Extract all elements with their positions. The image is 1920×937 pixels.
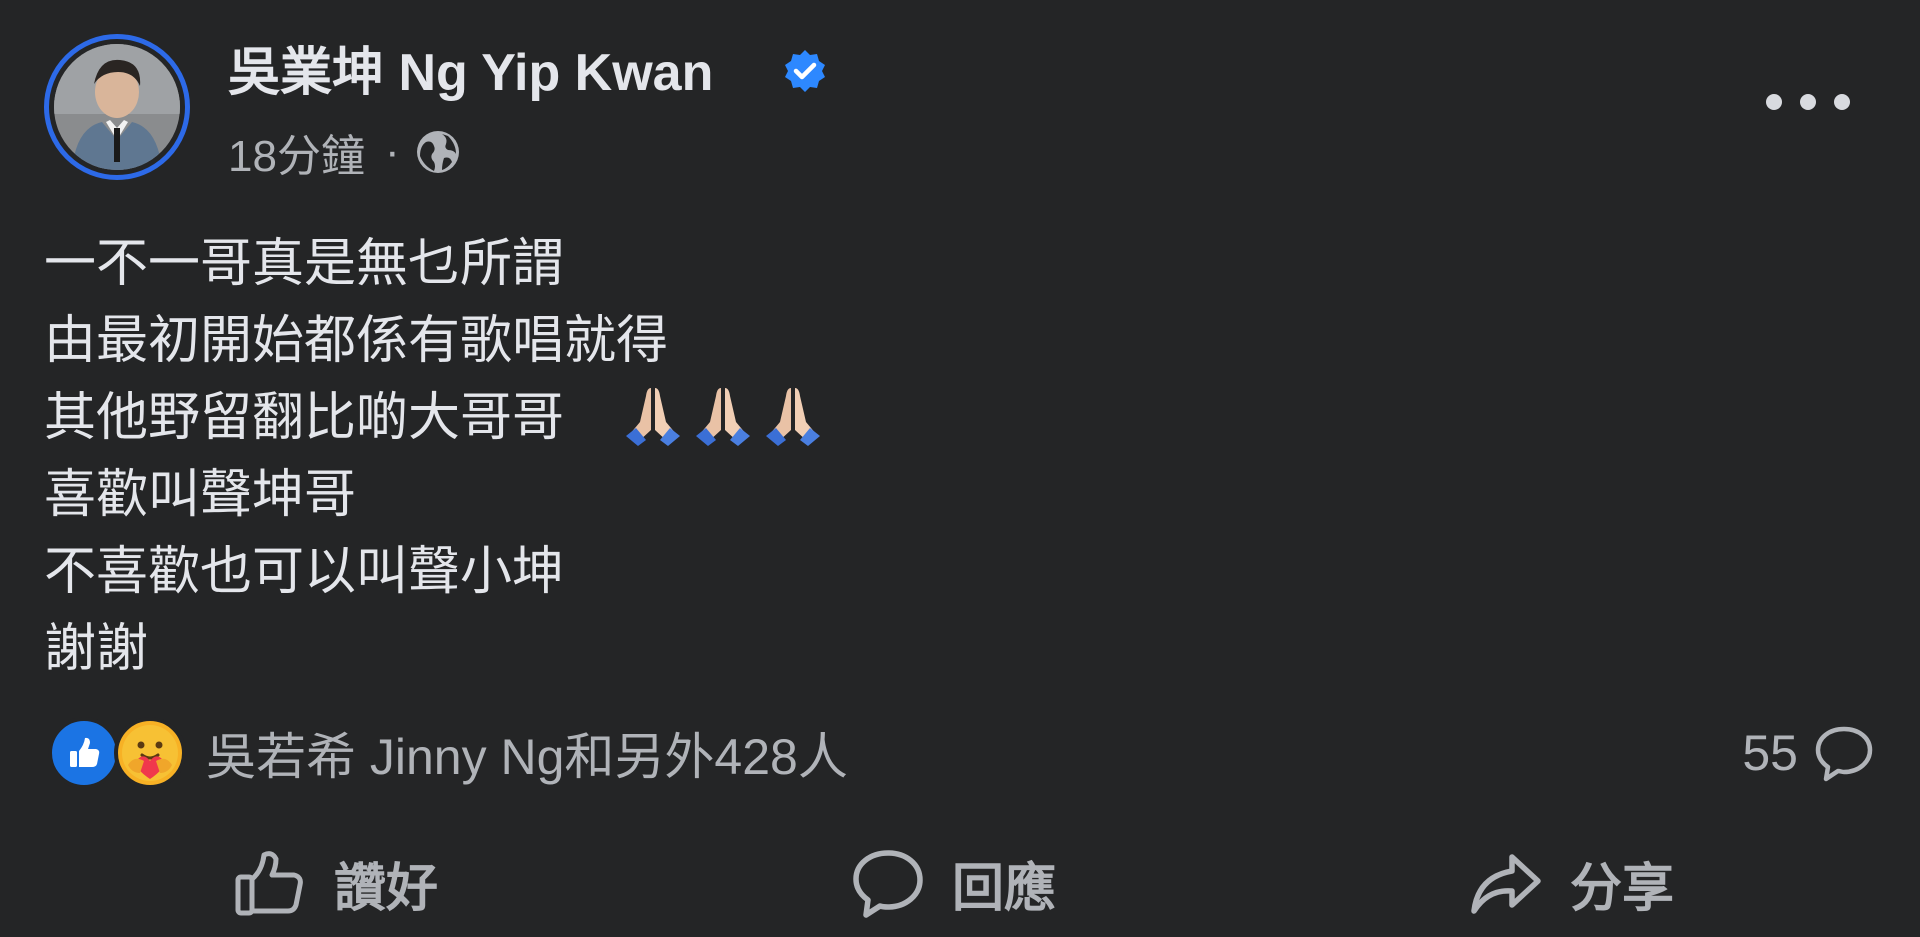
- post-text-line: 喜歡叫聲坤哥: [44, 465, 357, 525]
- post-text-line: 一不一哥真是無乜所謂: [44, 234, 565, 294]
- post-text-line: 謝謝: [44, 619, 149, 679]
- thumbs-up-icon: [235, 851, 303, 916]
- share-button[interactable]: 分享: [1468, 838, 1674, 928]
- comment-icon: [853, 850, 923, 918]
- comment-count-value: 55: [1742, 725, 1798, 781]
- avatar-image: [54, 44, 180, 170]
- author-name[interactable]: 吳業坤 Ng Yip Kwan: [228, 40, 713, 106]
- folded-hands-icon: [696, 388, 750, 446]
- post-text-line: 其他野留翻比啲大哥哥: [44, 388, 565, 448]
- action-bar: 讚好 回應 分享: [0, 838, 1920, 928]
- emoji-row: [620, 380, 826, 450]
- more-dot: [1834, 94, 1850, 110]
- share-arrow-icon: [1471, 854, 1541, 914]
- care-reaction-icon: [114, 717, 186, 789]
- verified-badge-icon: [785, 50, 825, 92]
- comment-button[interactable]: 回應: [850, 838, 1056, 928]
- post-text: 一不一哥真是無乜所謂由最初開始都係有歌唱就得 其他野留翻比啲大哥哥 喜歡叫聲坤哥不喜…: [44, 226, 668, 688]
- globe-icon: [416, 131, 459, 173]
- like-button[interactable]: 讚好: [232, 838, 438, 928]
- author-avatar[interactable]: [44, 34, 190, 180]
- like-reaction-icon: [48, 717, 120, 789]
- comments-count[interactable]: 55: [1742, 716, 1876, 790]
- more-dot: [1766, 94, 1782, 110]
- post-text-line: 不喜歡也可以叫聲小坤: [44, 542, 565, 602]
- post-meta: 18分鐘 ·: [228, 120, 462, 184]
- share-label: 分享: [1570, 859, 1675, 918]
- post-timestamp[interactable]: 18分鐘: [228, 120, 365, 184]
- post-card: 吳業坤 Ng Yip Kwan 18分鐘 · 一不一哥真是無乜所謂由最初開始都係…: [0, 0, 1920, 937]
- like-label: 讚好: [334, 859, 439, 918]
- comment-bubble-icon: [1815, 726, 1873, 782]
- folded-hands-icon: [626, 388, 680, 446]
- comment-label: 回應: [952, 859, 1057, 918]
- reactions-summary[interactable]: 吳若希 Jinny Ng和另外428人: [48, 716, 848, 790]
- more-options-button[interactable]: [1766, 80, 1850, 124]
- more-dot: [1800, 94, 1816, 110]
- folded-hands-icon: [766, 388, 820, 446]
- reactions-text[interactable]: 吳若希 Jinny Ng和另外428人: [206, 717, 848, 789]
- post-text-line: 由最初開始都係有歌唱就得: [44, 311, 669, 371]
- meta-separator: ·: [384, 127, 400, 176]
